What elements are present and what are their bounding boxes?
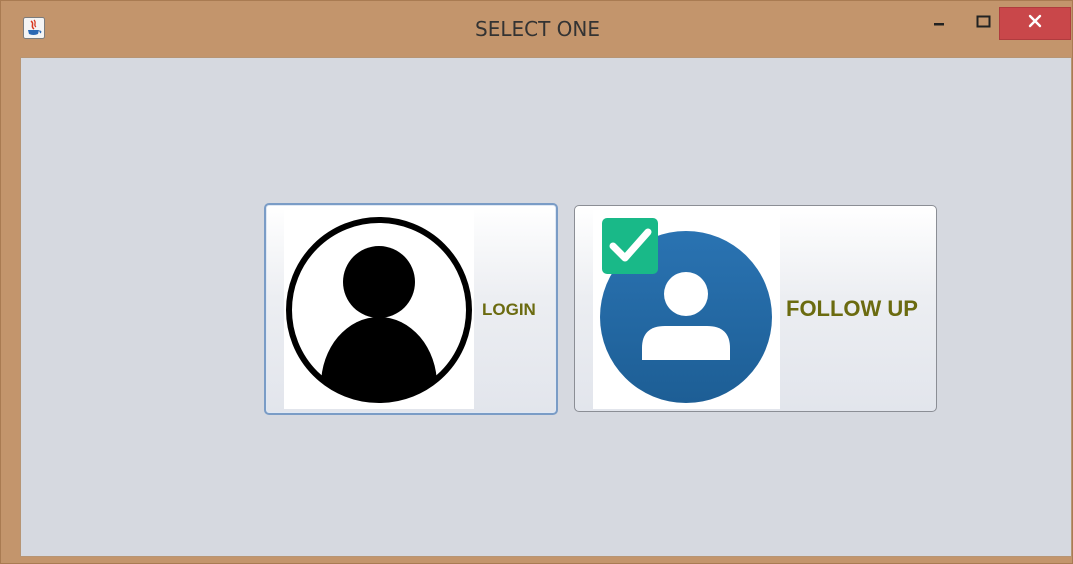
user-check-icon	[593, 218, 780, 411]
login-image	[284, 210, 474, 409]
user-avatar-icon	[284, 217, 474, 413]
maximize-button[interactable]	[967, 7, 1001, 41]
login-button[interactable]: LOGIN	[264, 203, 558, 415]
maximize-icon	[976, 15, 992, 34]
follow-up-image	[593, 210, 780, 409]
follow-up-label: FOLLOW UP	[786, 296, 918, 321]
window-title: SELECT ONE	[475, 17, 600, 41]
close-icon	[1028, 14, 1042, 33]
minimize-icon	[932, 15, 946, 34]
close-button[interactable]	[999, 7, 1071, 40]
title-bar[interactable]: SELECT ONE	[1, 1, 1073, 57]
follow-up-button[interactable]: FOLLOW UP	[574, 205, 937, 412]
minimize-button[interactable]	[922, 7, 956, 41]
login-label: LOGIN	[482, 300, 536, 319]
